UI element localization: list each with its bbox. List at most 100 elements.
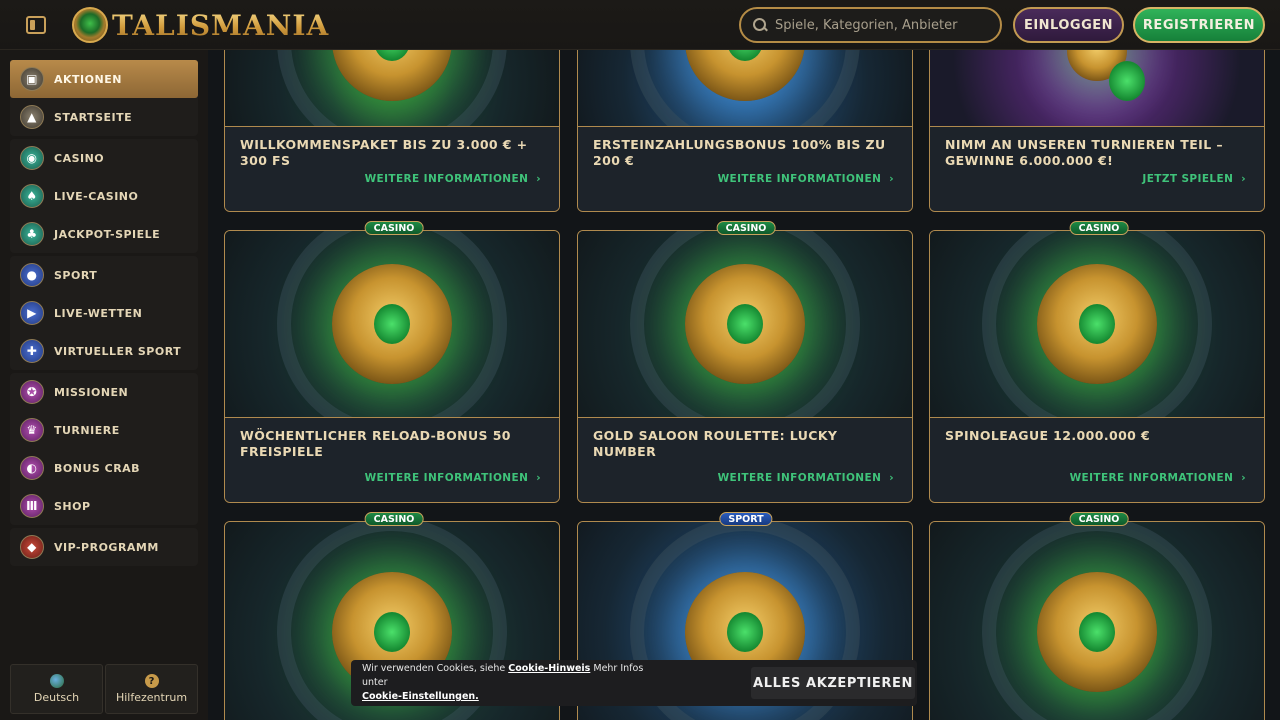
sidebar-item-casino[interactable]: ◉ CASINO [10, 139, 198, 177]
sidebar-item-virtueller-sport[interactable]: ✚ VIRTUELLER SPORT [10, 332, 198, 370]
sidebar-item-label: LIVE-WETTEN [54, 306, 143, 320]
casino-chip-icon: ◉ [20, 146, 44, 170]
register-button[interactable]: REGISTRIEREN [1133, 7, 1265, 43]
sidebar-item-sport[interactable]: ● SPORT [10, 256, 198, 294]
chevron-right-icon: › [1241, 173, 1246, 185]
sidebar-item-label: LIVE-CASINO [54, 189, 139, 203]
sidebar-item-label: MISSIONEN [54, 385, 129, 399]
promo-link-label: WEITERE INFORMATIONEN [717, 472, 882, 484]
promo-card[interactable]: ERSTEINZAHLUNGSBONUS 100% BIS ZU 200 € W… [577, 50, 913, 212]
promo-card[interactable]: WÖCHENTLICHER RELOAD-BONUS 50 FREISPIELE… [224, 230, 560, 503]
promo-title: NIMM AN UNSEREN TURNIEREN TEIL – GEWINNE… [945, 137, 1223, 168]
sidebar-item-jackpot[interactable]: ♣ JACKPOT-SPIELE [10, 215, 198, 253]
login-button[interactable]: EINLOGGEN [1013, 7, 1124, 43]
promo-card[interactable]: SPINOLEAGUE 12.000.000 € WEITERE INFORMA… [929, 230, 1265, 503]
cookie-text-part: Wir verwenden Cookies, siehe [362, 663, 506, 674]
promo-link[interactable]: WEITERE INFORMATIONEN › [718, 173, 894, 185]
promo-card[interactable]: WILLKOMMENSPAKET BIS ZU 3.000 € + 300 FS… [224, 50, 560, 212]
promo-link[interactable]: JETZT SPIELEN › [1142, 173, 1246, 185]
sidebar-item-bonus-crab[interactable]: ◐ BONUS CRAB [10, 449, 198, 487]
sidebar-item-label: VIP-PROGRAMM [54, 540, 159, 554]
promo-image [930, 522, 1264, 720]
sidebar-item-vip[interactable]: ◆ VIP-PROGRAMM [10, 528, 198, 566]
cookie-notice-link[interactable]: Cookie-Hinweis [508, 663, 590, 674]
promo-link[interactable]: WEITERE INFORMATIONEN › [718, 472, 894, 484]
promo-link-label: WEITERE INFORMATIONEN [364, 173, 529, 185]
sidebar-item-live-casino[interactable]: ♠ LIVE-CASINO [10, 177, 198, 215]
promo-body: GOLD SALOON ROULETTE: LUCKY NUMBER WEITE… [578, 417, 912, 502]
chevron-right-icon: › [536, 472, 541, 484]
promo-body: NIMM AN UNSEREN TURNIEREN TEIL – GEWINNE… [930, 126, 1264, 211]
sidebar-item-aktionen[interactable]: ▣ AKTIONEN [10, 60, 198, 98]
cookie-text: Wir verwenden Cookies, siehe Cookie-Hinw… [362, 662, 662, 704]
temple-icon: Ⅲ [20, 494, 44, 518]
chevron-right-icon: › [889, 173, 894, 185]
sidebar-group-casino: ◉ CASINO ♠ LIVE-CASINO ♣ JACKPOT-SPIELE [10, 139, 198, 253]
promo-link-label: JETZT SPIELEN [1142, 173, 1234, 185]
promo-image [225, 50, 559, 126]
sidebar-item-live-wetten[interactable]: ▶ LIVE-WETTEN [10, 294, 198, 332]
sidebar-group-sport: ● SPORT ▶ LIVE-WETTEN ✚ VIRTUELLER SPORT [10, 256, 198, 370]
search-icon [753, 18, 767, 32]
sidebar-footer: Deutsch ? Hilfezentrum [10, 664, 198, 714]
gamepad-icon: ✚ [20, 339, 44, 363]
promo-card[interactable]: GOLD SALOON ROULETTE: LUCKY NUMBER WEITE… [577, 230, 913, 503]
promo-body: ERSTEINZAHLUNGSBONUS 100% BIS ZU 200 € W… [578, 126, 912, 211]
promo-title: ERSTEINZAHLUNGSBONUS 100% BIS ZU 200 € [593, 137, 886, 168]
promo-title: WÖCHENTLICHER RELOAD-BONUS 50 FREISPIELE [240, 428, 511, 459]
promo-card[interactable] [929, 521, 1265, 720]
accept-all-cookies-button[interactable]: ALLES AKZEPTIEREN [751, 667, 915, 699]
search-input[interactable] [775, 17, 985, 33]
category-badge: SPORT [719, 512, 773, 526]
promo-link[interactable]: WEITERE INFORMATIONEN › [365, 173, 541, 185]
promo-title: SPINOLEAGUE 12.000.000 € [945, 428, 1151, 443]
category-badge: CASINO [364, 512, 424, 526]
language-button[interactable]: Deutsch [10, 664, 103, 714]
search-box[interactable] [739, 7, 1002, 43]
cookie-settings-link[interactable]: Cookie-Einstellungen. [362, 691, 479, 702]
promo-link-label: WEITERE INFORMATIONEN [364, 472, 529, 484]
sidebar-item-startseite[interactable]: ▲ STARTSEITE [10, 98, 198, 136]
category-badge: CASINO [716, 221, 776, 235]
promo-link[interactable]: WEITERE INFORMATIONEN › [365, 472, 541, 484]
sidebar-item-label: SHOP [54, 499, 91, 513]
diamond-icon: ◆ [20, 535, 44, 559]
sidebar-group-main: ▣ AKTIONEN ▲ STARTSEITE [10, 60, 198, 136]
help-icon: ? [144, 674, 159, 688]
globe-icon [49, 674, 64, 688]
chevron-right-icon: › [889, 472, 894, 484]
promo-link[interactable]: WEITERE INFORMATIONEN › [1070, 472, 1246, 484]
sidebar-item-turniere[interactable]: ♛ TURNIERE [10, 411, 198, 449]
promo-link-label: WEITERE INFORMATIONEN [1069, 472, 1234, 484]
sidebar-toggle-icon[interactable] [26, 16, 46, 34]
sidebar-item-label: SPORT [54, 268, 98, 282]
play-screen-icon: ▶ [20, 301, 44, 325]
sidebar-item-label: BONUS CRAB [54, 461, 141, 475]
medal-icon: ✪ [20, 380, 44, 404]
sidebar-item-label: CASINO [54, 151, 105, 165]
promo-card[interactable]: NIMM AN UNSEREN TURNIEREN TEIL – GEWINNE… [929, 50, 1265, 212]
spade-icon: ♠ [20, 184, 44, 208]
sidebar-group-extras: ✪ MISSIONEN ♛ TURNIERE ◐ BONUS CRAB Ⅲ SH… [10, 373, 198, 525]
sidebar-item-label: JACKPOT-SPIELE [54, 227, 161, 241]
promo-link-label: WEITERE INFORMATIONEN [717, 173, 882, 185]
sidebar-item-label: AKTIONEN [54, 72, 122, 86]
sidebar-item-label: VIRTUELLER SPORT [54, 344, 182, 358]
cookie-banner: Wir verwenden Cookies, siehe Cookie-Hinw… [351, 660, 917, 706]
pyramid-icon: ▲ [20, 105, 44, 129]
soccer-ball-icon: ● [20, 263, 44, 287]
promo-title: GOLD SALOON ROULETTE: LUCKY NUMBER [593, 428, 838, 459]
sidebar-item-label: STARTSEITE [54, 110, 133, 124]
logo[interactable]: TALISMANIA [72, 6, 329, 44]
sidebar-item-missionen[interactable]: ✪ MISSIONEN [10, 373, 198, 411]
promo-body: WÖCHENTLICHER RELOAD-BONUS 50 FREISPIELE… [225, 417, 559, 502]
help-center-button[interactable]: ? Hilfezentrum [105, 664, 198, 714]
promo-image [578, 50, 912, 126]
clover-icon: ♣ [20, 222, 44, 246]
promo-image [578, 231, 912, 417]
sidebar-item-shop[interactable]: Ⅲ SHOP [10, 487, 198, 525]
promo-body: WILLKOMMENSPAKET BIS ZU 3.000 € + 300 FS… [225, 126, 559, 211]
promo-title: WILLKOMMENSPAKET BIS ZU 3.000 € + 300 FS [240, 137, 528, 168]
sidebar: ▣ AKTIONEN ▲ STARTSEITE ◉ CASINO ♠ LIVE-… [0, 50, 208, 720]
category-badge: CASINO [1069, 512, 1129, 526]
